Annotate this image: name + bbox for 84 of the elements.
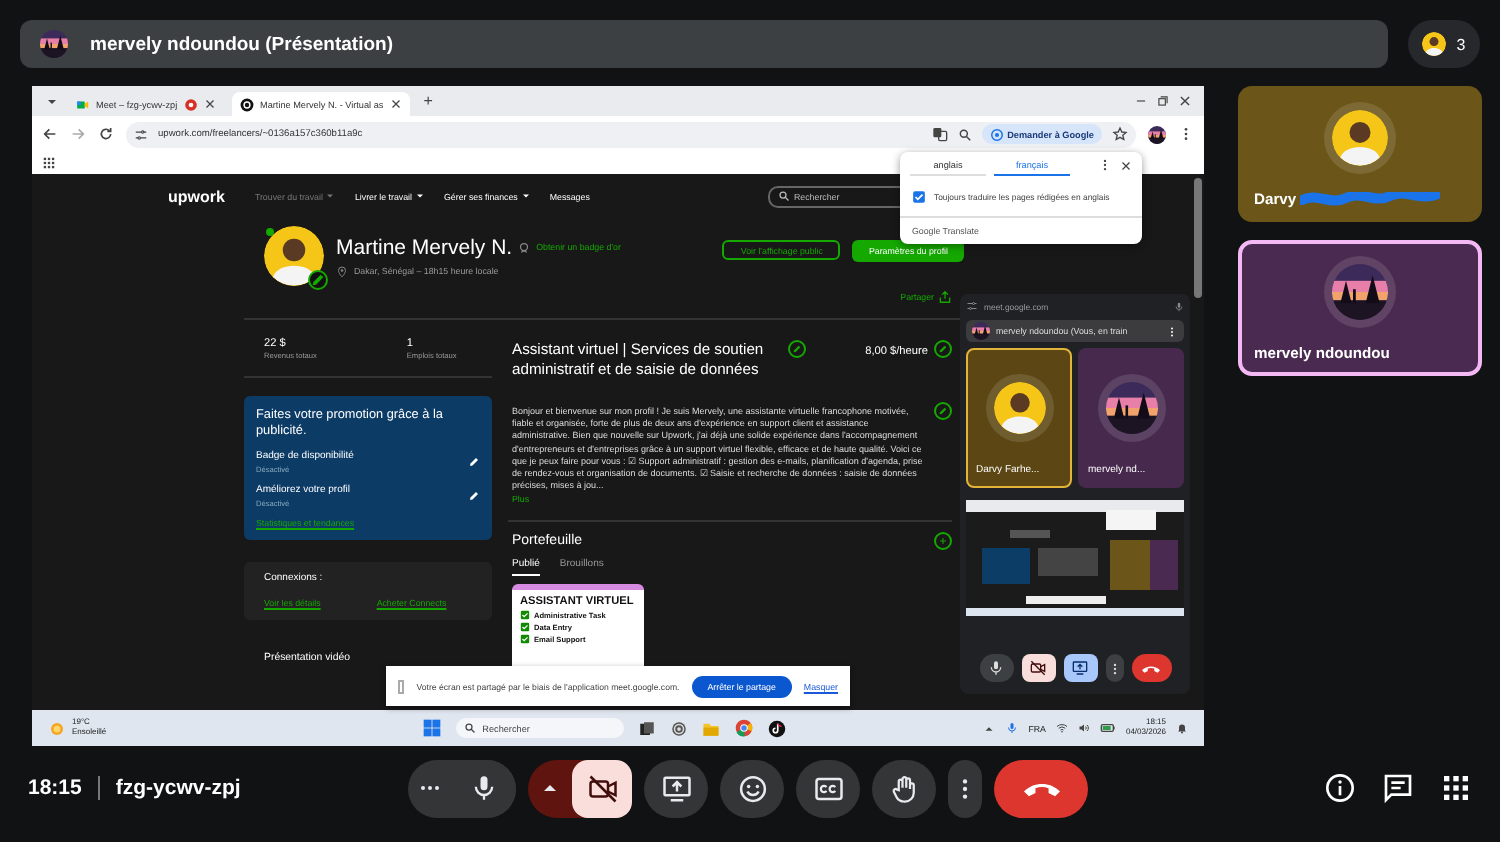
avatar-icon [264, 226, 324, 286]
avatar-icon [993, 382, 1045, 434]
meeting-code: fzg-ycwv-zpj [115, 776, 241, 800]
chat-icon[interactable] [1382, 772, 1414, 804]
search-icon [464, 722, 477, 734]
leave-call-button[interactable] [1131, 654, 1171, 682]
edit-icon[interactable] [788, 340, 806, 358]
camera-icon [587, 773, 617, 803]
close-icon[interactable] [1120, 159, 1132, 171]
edit-icon[interactable] [308, 270, 328, 290]
caret-icon [414, 190, 427, 202]
search-icon [778, 190, 790, 202]
hand-icon [889, 773, 919, 803]
present-icon [1072, 660, 1088, 676]
sun-icon [48, 719, 66, 737]
end-call-icon [1142, 663, 1160, 673]
avatar-icon [1332, 110, 1388, 166]
edit-icon[interactable] [468, 490, 480, 502]
location-icon [336, 265, 348, 277]
captions-button[interactable] [796, 759, 860, 817]
apps-icon[interactable] [1440, 772, 1472, 804]
avatar-icon [1422, 32, 1447, 56]
present-button[interactable] [644, 759, 708, 817]
caret-icon [519, 190, 532, 202]
restore-icon[interactable] [1156, 94, 1170, 108]
wifi-icon[interactable] [1055, 722, 1068, 734]
end-call-icon [1023, 779, 1059, 797]
info-icon[interactable] [1324, 772, 1356, 804]
add-icon[interactable] [934, 532, 952, 551]
apps-icon[interactable] [42, 156, 56, 170]
camera-button[interactable] [1021, 654, 1055, 682]
bell-icon[interactable] [1176, 722, 1189, 734]
badge-icon [518, 241, 531, 253]
new-tab-button[interactable]: + [417, 92, 439, 110]
lens-icon [989, 127, 1004, 141]
profile-name: Martine Mervely N. [336, 235, 513, 259]
raise-hand-button[interactable] [872, 759, 936, 817]
edit-icon[interactable] [934, 402, 952, 420]
logo-text[interactable]: upwork [168, 187, 225, 205]
close-icon[interactable] [1178, 94, 1192, 108]
close-icon[interactable] [204, 98, 216, 110]
music-note-icon[interactable] [768, 719, 787, 737]
mic-icon [1174, 301, 1184, 311]
more-options-button[interactable] [1105, 654, 1123, 682]
share-icon [938, 290, 952, 304]
edit-icon[interactable] [934, 340, 952, 358]
captions-icon [813, 773, 843, 803]
mic-icon[interactable] [1006, 722, 1019, 734]
battery-icon[interactable] [1099, 720, 1116, 736]
back-icon[interactable] [42, 126, 58, 142]
reactions-button[interactable] [720, 759, 784, 817]
speaker-icon[interactable] [1077, 722, 1090, 734]
tune-icon [134, 127, 148, 141]
clock-time: 18:15 [28, 776, 82, 800]
leave-call-button[interactable] [994, 759, 1088, 817]
reload-icon[interactable] [98, 126, 114, 142]
minimize-icon[interactable] [1134, 94, 1148, 108]
search-icon[interactable] [957, 127, 972, 141]
mic-icon [988, 660, 1004, 676]
camera-icon [1030, 660, 1046, 676]
present-icon [661, 773, 691, 803]
close-icon[interactable] [389, 98, 402, 110]
gear-icon[interactable] [670, 719, 689, 737]
emoji-icon [737, 773, 767, 803]
participants-button[interactable]: 3 [1408, 20, 1480, 68]
windows-icon[interactable] [422, 718, 443, 738]
microphone-button[interactable] [979, 654, 1013, 682]
scrollbar[interactable] [1194, 178, 1202, 298]
more-options-button[interactable] [948, 759, 982, 817]
presenter-title: mervely ndoundou (Présentation) [90, 33, 393, 55]
mic-icon [470, 774, 498, 802]
browser-icon[interactable] [734, 718, 755, 738]
task-view-icon[interactable] [638, 719, 657, 737]
checkbox[interactable] [912, 190, 926, 204]
camera-button[interactable] [572, 759, 632, 817]
edit-icon[interactable] [468, 456, 480, 468]
menu-icon[interactable] [1098, 158, 1112, 172]
star-icon[interactable] [1112, 126, 1128, 142]
present-button[interactable] [1063, 654, 1097, 682]
caret-icon [324, 190, 337, 202]
translate-icon[interactable] [931, 126, 948, 142]
favicon-icon [76, 97, 90, 111]
favicon-icon [240, 97, 254, 111]
tune-icon [966, 300, 978, 312]
